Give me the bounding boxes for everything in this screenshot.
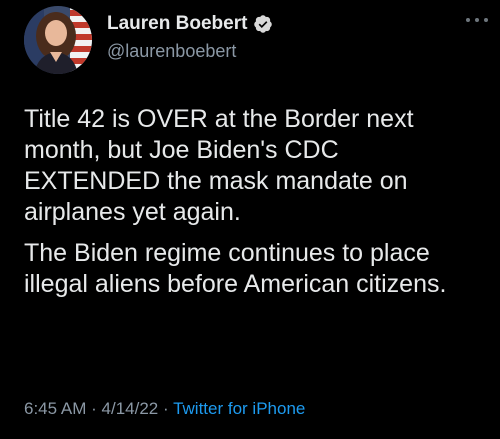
avatar[interactable] <box>24 6 92 74</box>
meta-separator: · <box>91 399 97 418</box>
tweet-paragraph: Title 42 is OVER at the Border next mont… <box>24 105 414 226</box>
tweet-time[interactable]: 6:45 AM <box>24 399 86 418</box>
profile-photo <box>24 6 92 74</box>
tweet-meta: 6:45 AM · 4/14/22 · Twitter for iPhone <box>24 398 305 420</box>
tweet-text: Title 42 is OVER at the Border next mont… <box>24 104 476 310</box>
meta-separator: · <box>162 399 169 418</box>
tweet-paragraph: The Biden regime continues to place ille… <box>24 239 447 298</box>
tweet-card: Lauren Boebert @laurenboebert Title 42 i… <box>0 0 500 439</box>
tweet-date[interactable]: 4/14/22 <box>102 399 159 418</box>
more-options-icon[interactable] <box>466 14 488 26</box>
author-name-row[interactable]: Lauren Boebert <box>107 12 273 36</box>
tweet-source-link[interactable]: Twitter for iPhone <box>173 399 305 418</box>
display-name[interactable]: Lauren Boebert <box>107 12 247 36</box>
author-handle[interactable]: @laurenboebert <box>107 40 236 62</box>
verified-badge-icon <box>253 14 273 34</box>
